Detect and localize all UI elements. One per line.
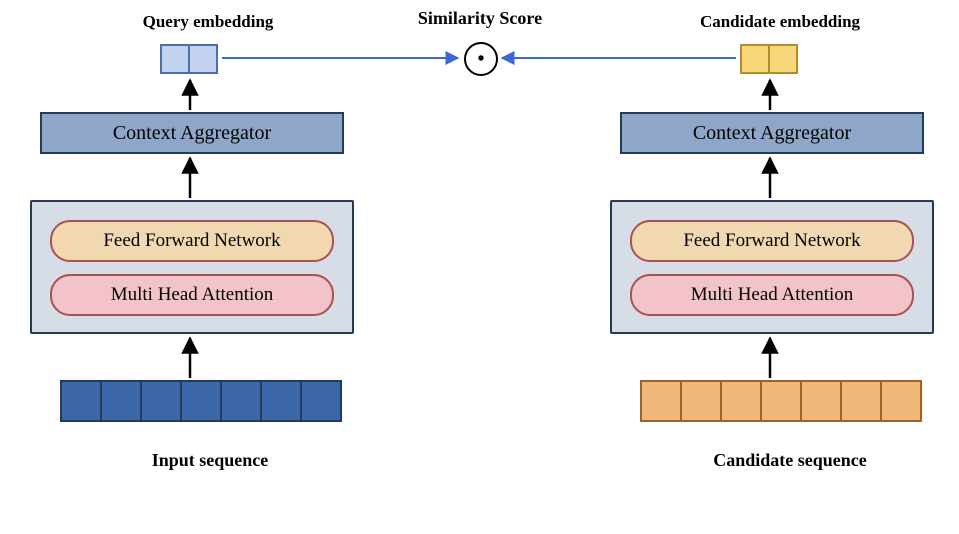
right-mha-layer: Multi Head Attention: [630, 274, 914, 316]
candidate-seq-token: [760, 380, 802, 422]
dot-product-icon: •: [464, 42, 498, 76]
candidate-seq-token: [800, 380, 842, 422]
input-seq-token: [100, 380, 142, 422]
left-mha-label: Multi Head Attention: [111, 284, 274, 306]
input-seq-token: [300, 380, 342, 422]
right-context-aggregator: Context Aggregator: [620, 112, 924, 154]
candidate-seq-token: [880, 380, 922, 422]
candidate-embedding-label: Candidate embedding: [650, 12, 910, 32]
candidate-seq-token: [680, 380, 722, 422]
right-ffn-layer: Feed Forward Network: [630, 220, 914, 262]
right-ffn-label: Feed Forward Network: [683, 230, 860, 252]
candidate-sequence-row: [640, 380, 922, 422]
right-mha-label: Multi Head Attention: [691, 284, 854, 306]
input-seq-token: [140, 380, 182, 422]
query-emb-cell: [162, 46, 190, 72]
candidate-seq-token: [840, 380, 882, 422]
cand-emb-cell: [742, 46, 770, 72]
input-seq-token: [260, 380, 302, 422]
query-embedding-label: Query embedding: [98, 12, 318, 32]
input-sequence-row: [60, 380, 342, 422]
input-seq-token: [180, 380, 222, 422]
query-embedding-vector: [160, 44, 218, 74]
candidate-seq-token: [720, 380, 762, 422]
left-aggregator-label: Context Aggregator: [113, 122, 271, 145]
left-encoder-block: Feed Forward Network Multi Head Attentio…: [30, 200, 354, 334]
left-context-aggregator: Context Aggregator: [40, 112, 344, 154]
diagram-root: Similarity Score • Query embedding Candi…: [0, 0, 959, 534]
candidate-embedding-vector: [740, 44, 798, 74]
similarity-score-label: Similarity Score: [380, 8, 580, 29]
input-sequence-caption: Input sequence: [110, 450, 310, 471]
input-seq-token: [60, 380, 102, 422]
query-emb-cell: [190, 46, 216, 72]
input-seq-token: [220, 380, 262, 422]
cand-emb-cell: [770, 46, 796, 72]
candidate-sequence-caption: Candidate sequence: [660, 450, 920, 471]
left-mha-layer: Multi Head Attention: [50, 274, 334, 316]
left-ffn-label: Feed Forward Network: [103, 230, 280, 252]
right-encoder-block: Feed Forward Network Multi Head Attentio…: [610, 200, 934, 334]
candidate-seq-token: [640, 380, 682, 422]
right-aggregator-label: Context Aggregator: [693, 122, 851, 145]
left-ffn-layer: Feed Forward Network: [50, 220, 334, 262]
